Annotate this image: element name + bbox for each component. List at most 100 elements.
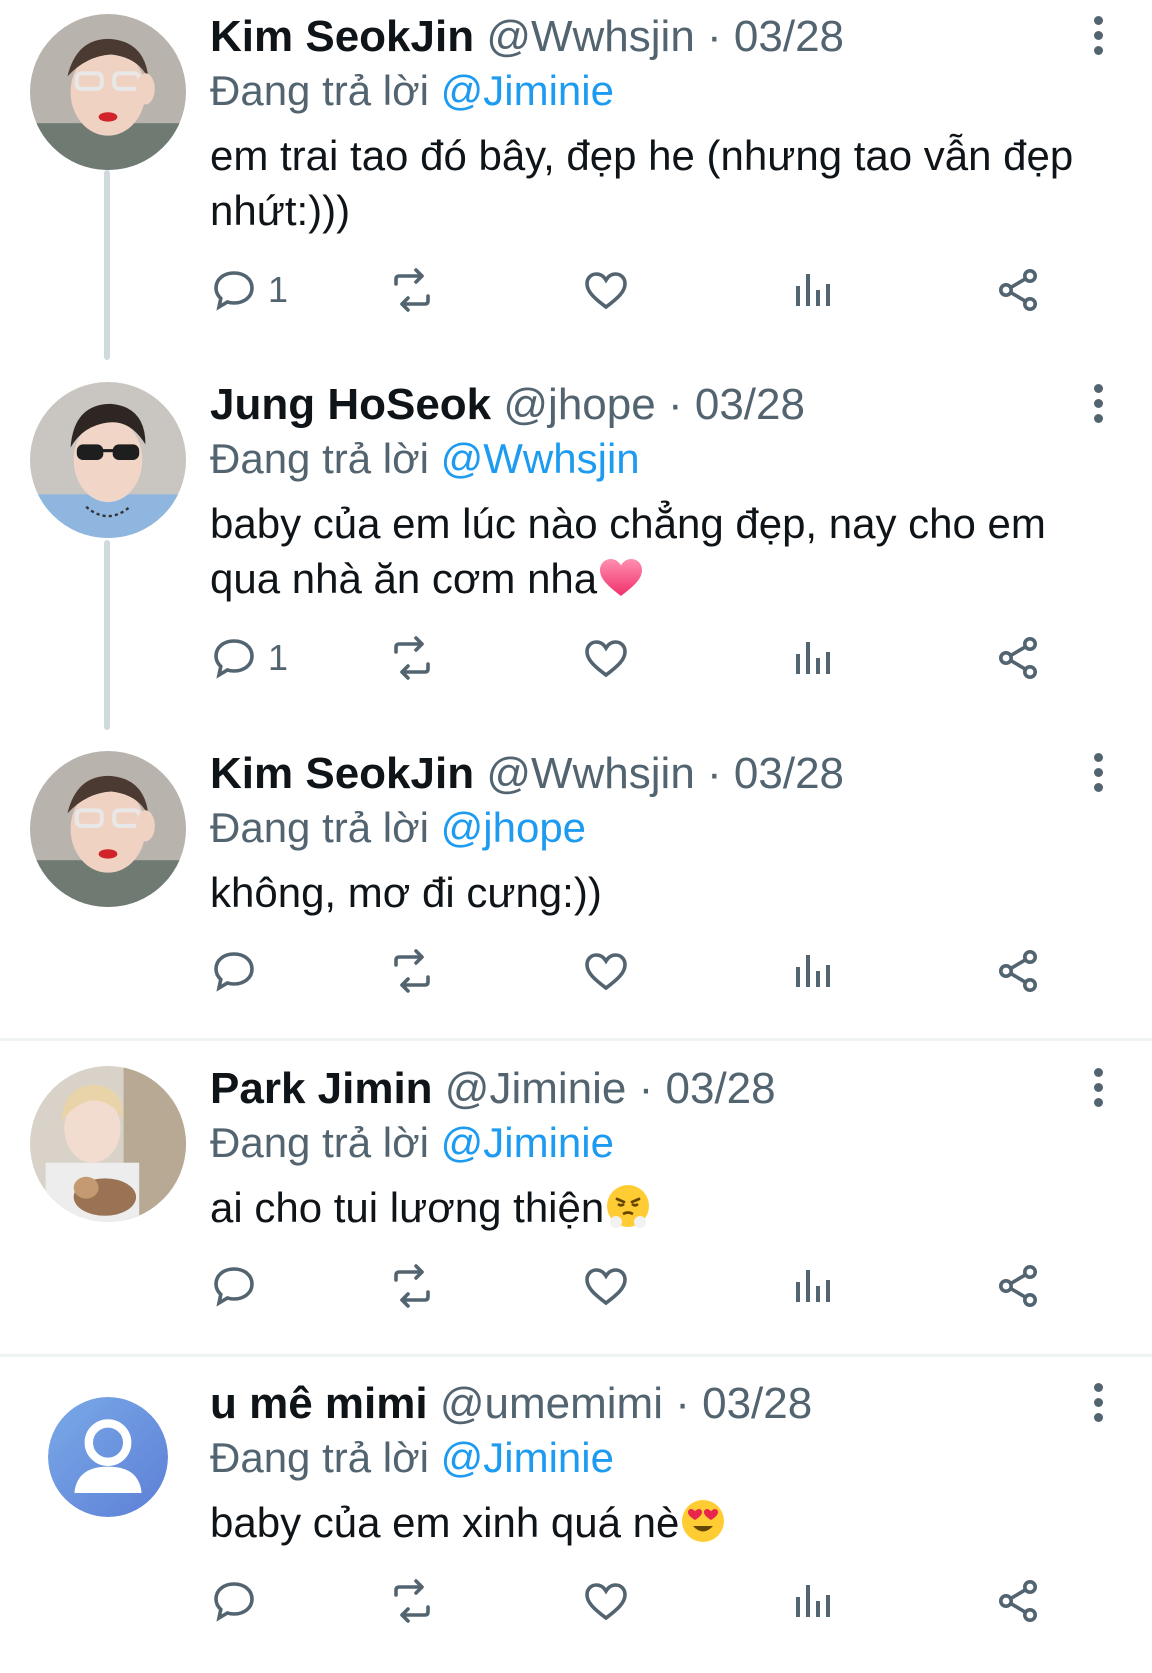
- reply-button[interactable]: 1: [210, 260, 288, 320]
- display-name[interactable]: Park Jimin: [210, 1064, 433, 1113]
- tweet-date[interactable]: 03/28: [734, 12, 844, 61]
- reply-count: 1: [268, 269, 289, 310]
- replying-label: Đang trả lời: [210, 1119, 429, 1166]
- like-button[interactable]: [582, 1256, 630, 1316]
- views-button[interactable]: [788, 1571, 836, 1631]
- display-name[interactable]: Kim SeokJin: [210, 749, 474, 798]
- share-icon: [999, 269, 1037, 311]
- avatar[interactable]: [30, 1066, 186, 1222]
- reply-mention[interactable]: @jhope: [441, 804, 586, 851]
- share-button[interactable]: [994, 1571, 1042, 1631]
- more-options-icon[interactable]: [1084, 1068, 1112, 1112]
- tweet[interactable]: Kim SeokJin @Wwhsjin · 03/28 Đang trả lờ…: [0, 10, 1152, 360]
- tweet[interactable]: u mê mimi @umemimi · 03/28 Đang trả lời …: [0, 1377, 1152, 1667]
- views-icon: [796, 1270, 830, 1302]
- retweet-button[interactable]: [388, 941, 436, 1001]
- tweet-date[interactable]: 03/28: [702, 1379, 812, 1428]
- replying-to: Đang trả lời @Jiminie: [210, 1116, 614, 1170]
- share-icon: [999, 1265, 1037, 1307]
- display-name[interactable]: Jung HoSeok: [210, 380, 491, 429]
- retweet-button[interactable]: [388, 1571, 436, 1631]
- retweet-button[interactable]: [388, 628, 436, 688]
- views-icon: [796, 274, 830, 306]
- reply-icon: [214, 271, 254, 311]
- separator-dot: ·: [675, 1379, 690, 1428]
- display-name[interactable]: Kim SeokJin: [210, 12, 474, 61]
- views-button[interactable]: [788, 941, 836, 1001]
- more-options-icon[interactable]: [1084, 384, 1112, 428]
- replying-to: Đang trả lời @jhope: [210, 801, 586, 855]
- share-icon: [999, 1580, 1037, 1622]
- avatar[interactable]: [30, 14, 186, 170]
- tweet-actions: [210, 1256, 1090, 1316]
- more-options-icon[interactable]: [1084, 16, 1112, 60]
- user-handle[interactable]: @Wwhsjin: [486, 12, 694, 61]
- divider: [0, 1038, 1152, 1041]
- avatar[interactable]: [30, 382, 186, 538]
- tweet-header: Park Jimin @Jiminie · 03/28: [210, 1062, 776, 1116]
- reply-button[interactable]: [210, 941, 268, 1001]
- tweet-text-container: baby của em lúc nào chẳng đẹp, nay cho e…: [210, 496, 1090, 606]
- tweet-text: baby của em xinh quá nè: [210, 1499, 680, 1546]
- display-name[interactable]: u mê mimi: [210, 1379, 428, 1428]
- tweet-text-container: ai cho tui lương thiện: [210, 1180, 1090, 1235]
- tweet-actions: 1: [210, 628, 1090, 688]
- tweet-text: ai cho tui lương thiện: [210, 1184, 605, 1231]
- divider: [0, 1354, 1152, 1357]
- reply-mention[interactable]: @Wwhsjin: [441, 435, 640, 482]
- replying-to: Đang trả lời @Jiminie: [210, 64, 614, 118]
- avatar[interactable]: [30, 751, 186, 907]
- reply-mention[interactable]: @Jiminie: [441, 1119, 614, 1166]
- retweet-icon: [394, 1264, 430, 1308]
- tweet-date[interactable]: 03/28: [666, 1064, 776, 1113]
- tweet-header: Kim SeokJin @Wwhsjin · 03/28: [210, 747, 844, 801]
- user-handle[interactable]: @Jiminie: [445, 1064, 627, 1113]
- tweet-text: em trai tao đó bây, đẹp he (nhưng tao vẫ…: [210, 132, 1074, 234]
- retweet-button[interactable]: [388, 1256, 436, 1316]
- tweet-header: u mê mimi @umemimi · 03/28: [210, 1377, 812, 1431]
- views-icon: [796, 1585, 830, 1617]
- views-button[interactable]: [788, 260, 836, 320]
- default-avatar[interactable]: [48, 1397, 168, 1517]
- reply-icon: [214, 639, 254, 679]
- like-button[interactable]: [582, 941, 630, 1001]
- like-button[interactable]: [582, 1571, 630, 1631]
- reply-button[interactable]: 1: [210, 628, 288, 688]
- share-icon: [999, 637, 1037, 679]
- views-button[interactable]: [788, 1256, 836, 1316]
- user-handle[interactable]: @umemimi: [440, 1379, 663, 1428]
- share-button[interactable]: [994, 628, 1042, 688]
- reply-icon: [214, 952, 254, 992]
- tweet[interactable]: Kim SeokJin @Wwhsjin · 03/28 Đang trả lờ…: [0, 747, 1152, 1027]
- tweet[interactable]: Jung HoSeok @jhope · 03/28 Đang trả lời …: [0, 378, 1152, 728]
- tweet-text-container: baby của em xinh quá nè: [210, 1495, 1090, 1550]
- views-icon: [796, 955, 830, 987]
- tweet-date[interactable]: 03/28: [734, 749, 844, 798]
- reply-mention[interactable]: @Jiminie: [441, 1434, 614, 1481]
- retweet-icon: [394, 636, 430, 680]
- reply-mention[interactable]: @Jiminie: [441, 67, 614, 114]
- tweet-header: Kim SeokJin @Wwhsjin · 03/28: [210, 10, 844, 64]
- reply-button[interactable]: [210, 1571, 268, 1631]
- views-button[interactable]: [788, 628, 836, 688]
- tweet-actions: 1: [210, 260, 1090, 320]
- tweet-date[interactable]: 03/28: [695, 380, 805, 429]
- retweet-button[interactable]: [388, 260, 436, 320]
- tweet[interactable]: Park Jimin @Jiminie · 03/28 Đang trả lời…: [0, 1062, 1152, 1342]
- replying-to: Đang trả lời @Wwhsjin: [210, 432, 640, 486]
- more-options-icon[interactable]: [1084, 1383, 1112, 1427]
- like-button[interactable]: [582, 628, 630, 688]
- more-options-icon[interactable]: [1084, 753, 1112, 797]
- share-icon: [999, 950, 1037, 992]
- reply-button[interactable]: [210, 1256, 268, 1316]
- replying-label: Đang trả lời: [210, 1434, 429, 1481]
- tweet-header: Jung HoSeok @jhope · 03/28: [210, 378, 805, 432]
- replying-label: Đang trả lời: [210, 435, 429, 482]
- share-button[interactable]: [994, 260, 1042, 320]
- share-button[interactable]: [994, 1256, 1042, 1316]
- user-handle[interactable]: @jhope: [503, 380, 655, 429]
- like-button[interactable]: [582, 260, 630, 320]
- user-handle[interactable]: @Wwhsjin: [486, 749, 694, 798]
- tweet-actions: [210, 1571, 1090, 1631]
- share-button[interactable]: [994, 941, 1042, 1001]
